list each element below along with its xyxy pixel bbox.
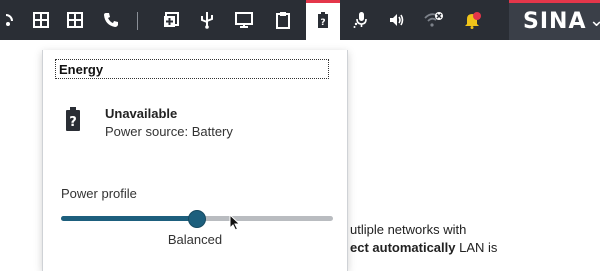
monitor-icon[interactable] [228,0,260,40]
slider-fill [61,216,197,221]
background-text-line-2: ect automatically LAN is [350,240,497,255]
background-text-line-1: utliple networks with [350,222,467,237]
power-source: Power source: Battery [105,124,233,139]
brand-menu[interactable]: SINA ⌄ [509,0,600,40]
partial-icon[interactable] [0,0,22,40]
power-profile-label: Power profile [61,186,137,201]
battery-button[interactable]: ? [306,0,340,40]
stack-icon[interactable] [156,0,186,40]
clipboard-icon[interactable] [268,0,298,40]
energy-panel: Energy ? Unavailable Power source: Batte… [42,50,348,271]
power-profile-value: Balanced [167,232,223,247]
background-text-rest: LAN is [455,240,498,255]
microphone-icon[interactable] [346,0,376,40]
grid-icon[interactable] [26,0,56,40]
panel-title: Energy [55,59,329,79]
power-profile-slider[interactable] [61,210,333,228]
grid-icon[interactable] [60,0,90,40]
mouse-cursor-icon [229,213,241,236]
separator [137,12,138,30]
usb-icon[interactable] [192,0,222,40]
brand-logo: SINA [523,9,587,34]
chevron-down-icon: ⌄ [589,10,600,30]
battery-icon: ? [318,12,328,28]
slider-thumb[interactable] [188,210,206,228]
phone-icon[interactable] [96,0,126,40]
battery-icon: ? [65,106,81,137]
taskbar: ? SINA ⌄ [0,0,600,40]
svg-text:?: ? [69,115,77,130]
wifi-off-icon[interactable] [418,0,450,40]
background-bold-text: ect automatically [350,240,456,255]
svg-text:?: ? [320,18,325,28]
battery-status: Unavailable [105,106,178,121]
panel-pointer [316,41,334,50]
notification-icon[interactable] [456,0,490,40]
volume-icon[interactable] [382,0,412,40]
